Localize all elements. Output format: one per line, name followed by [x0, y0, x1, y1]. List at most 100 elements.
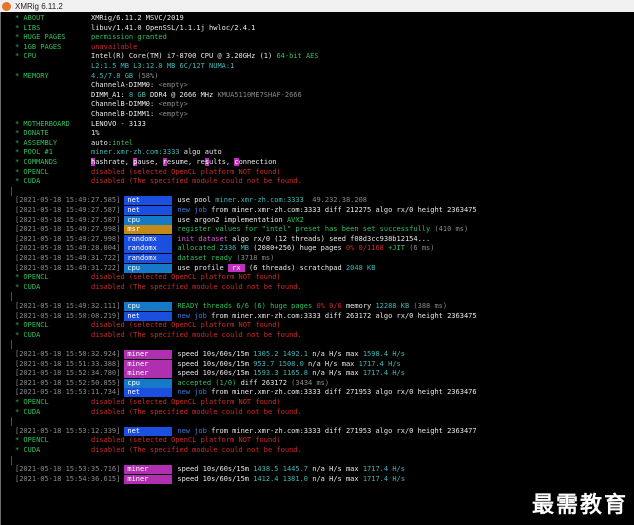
log-tag: miner — [124, 359, 173, 369]
log-text: auto: — [91, 138, 113, 147]
log-text: speed 10s/60s/15m — [177, 359, 254, 368]
log-text: unavailable — [91, 42, 138, 51]
log-text: (3718 ms) — [232, 254, 275, 262]
log-tag: cpu — [124, 378, 173, 388]
info-cuda: * CUDA disabled (The specified module cou… — [15, 283, 302, 292]
log-separator — [11, 186, 12, 196]
log-text: from miner.xmr-zh.com:3333 diff 271953 a… — [206, 388, 477, 397]
info-cuda: * CUDA disabled (The specified module cou… — [15, 446, 302, 455]
log-line: [2021-05-18 15:53:12.339] net new job from… — [15, 426, 477, 436]
log-text: algo rx/0 (12 threads) seed f08d3cc938b1… — [227, 234, 431, 243]
log-text: 953.7 — [253, 359, 275, 368]
log-text: miner.xmr-zh.com:3333 — [215, 196, 309, 205]
log-text: (The specified module could not be found… — [124, 446, 302, 454]
log-line: [2021-05-18 15:49:31.722] cpu use profile … — [15, 263, 375, 273]
log-text: from miner.xmr-zh.com:3333 diff 212275 a… — [206, 206, 477, 214]
log-tag: net — [124, 206, 173, 215]
log-text: disabled — [91, 273, 125, 282]
log-text: onnection — [238, 158, 277, 166]
log-text: 1717.4 H/s — [362, 474, 405, 483]
info-label: * 1GB PAGES — [15, 42, 62, 51]
info-channel: ChannelB-DIMM1: <empty> — [15, 110, 188, 119]
log-text: LENOVO - 3133 — [91, 119, 146, 128]
log-text: speed 10s/60s/15m — [177, 350, 254, 358]
log-tag: randomx — [124, 234, 173, 244]
log-text: n/a H/s max — [308, 474, 363, 483]
log-text: 1381.0 — [278, 474, 309, 483]
log-tag: cpu — [124, 302, 173, 311]
info-label: * MOTHERBOARD — [15, 119, 70, 128]
log-text: (selected OpenCL platform NOT found) — [124, 436, 281, 445]
info-label: * ASSEMBLY — [15, 138, 58, 147]
log-text: new job — [177, 426, 207, 435]
info-assembly: * ASSEMBLY auto:intel — [15, 139, 133, 148]
info-label: * CPU — [15, 52, 37, 61]
log-text: init dataset — [177, 234, 228, 243]
log-text: register values for "intel" preset has b… — [177, 225, 431, 234]
info-memory: * MEMORY 4.5/7.8 GB (58%) — [15, 72, 158, 81]
log-tag: miner — [124, 369, 173, 379]
log-tag: msr — [124, 225, 173, 235]
info-about: * ABOUT XMRig/6.11.2 MSVC/2019 — [15, 14, 184, 23]
info-huge-pages: * HUGE PAGES permission granted — [15, 33, 167, 42]
info-label: * MEMORY — [15, 71, 49, 80]
log-text: 2336 MB — [219, 244, 250, 253]
info-opencl: * OPENCL disabled (selected OpenCL platfo… — [15, 321, 281, 330]
log-tag: miner — [124, 465, 173, 475]
info-label: * HUGE PAGES — [15, 33, 66, 42]
info-channel: ChannelB-DIMM0: <empty> — [15, 100, 188, 109]
log-text: n/a H/s max — [308, 369, 363, 378]
log-text: disabled — [91, 436, 125, 445]
log-text: n/a H/s max — [308, 465, 363, 474]
log-text: +JIT — [383, 244, 405, 253]
info-motherboard: * MOTHERBOARD LENOVO - 3133 — [15, 120, 146, 129]
log-text: speed 10s/60s/15m — [177, 465, 254, 474]
log-text: KMUA5110ME7SHAF-2666 — [217, 90, 302, 99]
log-timestamp: [2021-05-18 15:49:27.998] — [15, 225, 121, 234]
log-text: DDR4 @ 2666 MHz — [145, 90, 218, 99]
log-text: 1412.4 — [253, 474, 279, 483]
info-label: * POOL #1 — [15, 148, 53, 157]
log-tag: cpu — [124, 215, 173, 225]
info-label: * OPENCL — [15, 436, 49, 445]
log-timestamp: [2021-05-18 15:53:35.716] — [15, 465, 121, 474]
log-line: [2021-05-18 15:49:31.722] randomx dataset … — [15, 254, 274, 263]
title-bar[interactable]: XMRig 6.11.2 — [0, 0, 634, 12]
log-text: 1717.4 H/s — [362, 369, 405, 378]
log-text: 4.5/7.8 GB — [91, 71, 134, 80]
log-text: disabled — [91, 398, 125, 406]
log-text: (selected OpenCL platform NOT found) — [124, 273, 281, 282]
log-text: disabled — [91, 167, 125, 176]
log-line: [2021-05-18 15:49:27.585] net use pool min… — [15, 196, 367, 206]
log-text: new job — [177, 388, 207, 397]
log-text: 1717.4 H/s — [358, 359, 401, 368]
info-label: * CUDA — [15, 330, 41, 339]
info-cuda: * CUDA disabled (The specified module cou… — [15, 177, 302, 186]
info-label: * LIBS — [15, 23, 41, 32]
log-tag: miner — [124, 474, 173, 484]
watermark-logo: 最需教育 — [531, 492, 628, 518]
info-donate: * DONATE 1% — [15, 129, 99, 138]
log-text: from miner.xmr-zh.com:3333 diff 263172 a… — [206, 311, 477, 320]
log-text: 6C/12T — [179, 62, 205, 70]
log-line: [2021-05-18 15:53:11.734] net new job from… — [15, 388, 477, 398]
log-text: 64-bit AES — [276, 52, 319, 61]
info-label: * OPENCL — [15, 321, 49, 330]
info-opencl: * OPENCL disabled (selected OpenCL platfo… — [15, 273, 281, 282]
info-label: * CUDA — [15, 282, 41, 291]
log-timestamp: [2021-05-18 15:49:28.004] — [15, 244, 121, 253]
log-text: 1445.7 — [278, 465, 309, 474]
log-timestamp: [2021-05-18 15:49:27.998] — [15, 234, 121, 243]
info-label: * OPENCL — [15, 167, 49, 176]
log-text: (388 ms) — [409, 302, 448, 310]
console-output[interactable]: * ABOUT XMRig/6.11.2 MSVC/2019 * LIBS libuv… — [0, 12, 634, 525]
log-separator — [11, 455, 12, 465]
log-text: 1165.8 — [278, 369, 309, 378]
log-text: 1593.3 — [253, 369, 279, 378]
log-tag: miner — [124, 350, 173, 359]
log-text: AVX2 — [286, 215, 304, 224]
info-commands: * COMMANDS hashrate, pause, resume, resul… — [15, 158, 277, 167]
log-timestamp: [2021-05-18 15:49:27.585] — [15, 196, 121, 205]
log-line: [2021-05-18 15:53:35.716] miner speed 10s/… — [15, 465, 405, 475]
log-line: [2021-05-18 15:50:08.219] net new job from… — [15, 311, 477, 321]
